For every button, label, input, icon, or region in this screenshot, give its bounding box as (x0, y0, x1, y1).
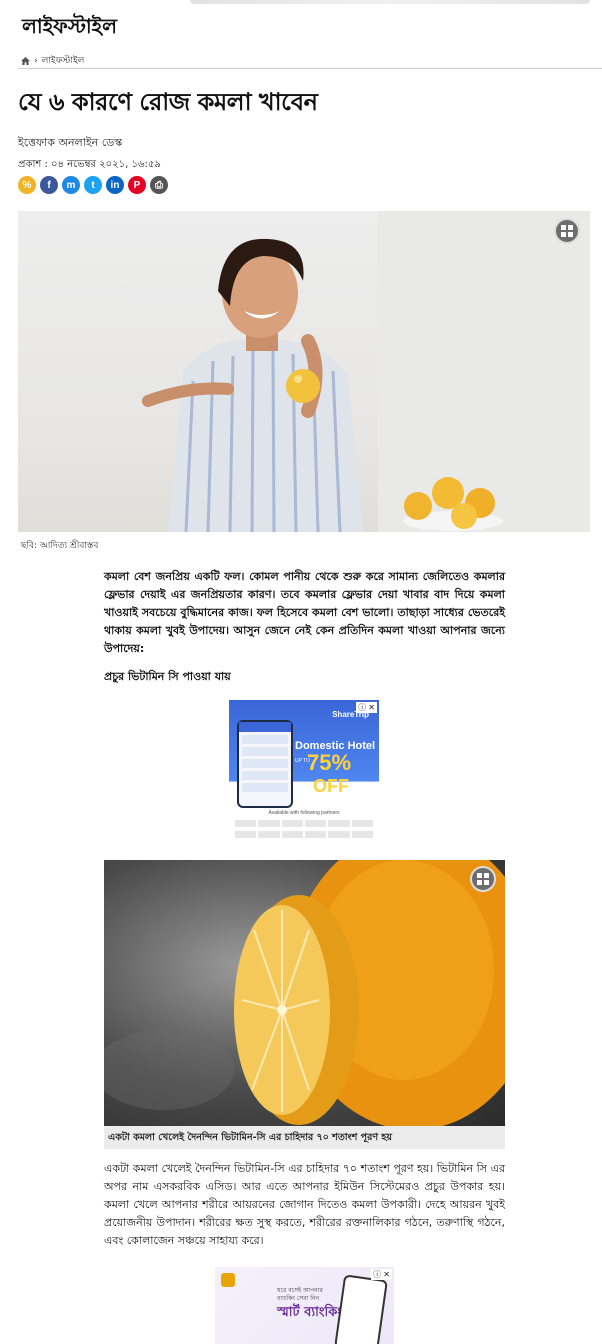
article-headline: যে ৬ কারণে রোজ কমলা খাবেন (18, 87, 318, 116)
share-bar: % f m t in P ⎙ (18, 176, 168, 194)
ad-partners-label: Available with following partners (268, 810, 340, 816)
masthead-logo-fragment (190, 0, 590, 4)
facebook-icon[interactable]: f (40, 176, 58, 194)
subheading-vitamin-c: প্রচুর ভিটামিন সি পাওয়া যায় (104, 670, 231, 683)
ad2-logo (221, 1273, 235, 1287)
hero-image (18, 211, 590, 532)
vitamin-c-paragraph: একটা কমলা খেলেই দৈনন্দিন ভিটামিন-সি এর চ… (104, 1162, 505, 1247)
breadcrumb: › লাইফস্টাইল (21, 53, 84, 68)
ad2-phone-graphic (334, 1274, 388, 1344)
section-title[interactable]: লাইফস্টাইল (22, 12, 117, 45)
ad2-line-2: ব্যাংকিং সেবা নিন (277, 1295, 320, 1302)
article-byline: ইত্তেফাক অনলাইন ডেস্ক (18, 136, 123, 149)
ad-phone-graphic (237, 720, 293, 808)
ad2-close-button[interactable]: ⓘ ✕ (371, 1269, 392, 1280)
gallery-button-2[interactable] (470, 866, 496, 892)
orange-illustration (104, 860, 505, 1126)
gallery-icon (477, 873, 489, 885)
ad-banner-sharetrip[interactable]: ShareTrip Domestic Hotel UP TO 75% OFF A… (229, 700, 379, 847)
breadcrumb-current[interactable]: লাইফস্টাইল (42, 53, 85, 68)
hero-caption: ছবি: আদিত্য শ্রীবাস্তব (21, 541, 99, 551)
breadcrumb-separator: › (34, 55, 38, 66)
home-icon[interactable] (21, 56, 30, 65)
intro-paragraph: কমলা বেশ জনপ্রিয় একটি ফল। কোমল পানীয় থ… (104, 570, 505, 655)
ad2-headline: স্মার্ট ব্যাংকিং (277, 1305, 343, 1320)
hero-illustration (142, 211, 590, 532)
linkedin-icon[interactable]: in (106, 176, 124, 194)
ad-partner-logos (235, 820, 373, 840)
publish-date: প্রকাশ : ০৪ নভেম্বর ২০২১, ১৬:৫৯ (18, 159, 161, 170)
copy-link-icon[interactable]: % (18, 176, 36, 194)
print-icon[interactable]: ⎙ (150, 176, 168, 194)
orange-halves-image (104, 860, 505, 1126)
ad2-tagline: ঘরে বসেই আপনার ব্যাংকিং সেবা নিন (277, 1287, 323, 1303)
ad-percent: 75% (307, 750, 352, 775)
pinterest-icon[interactable]: P (128, 176, 146, 194)
image2-caption: একটা কমলা খেলেই দৈনন্দিন ভিটামিন-সি এর চ… (104, 1126, 505, 1149)
header-divider (18, 68, 602, 69)
ad2-line-1: ঘরে বসেই আপনার (277, 1287, 323, 1294)
gallery-button[interactable] (554, 218, 580, 244)
top-masthead-strip (0, 0, 602, 6)
ad-banner-banking[interactable]: ঘরে বসেই আপনার ব্যাংকিং সেবা নিন স্মার্ট… (215, 1267, 394, 1344)
ad-close-button[interactable]: ⓘ ✕ (356, 702, 377, 713)
ad-off: OFF (313, 776, 349, 796)
twitter-icon[interactable]: t (84, 176, 102, 194)
messenger-icon[interactable]: m (62, 176, 80, 194)
gallery-icon (561, 225, 573, 237)
